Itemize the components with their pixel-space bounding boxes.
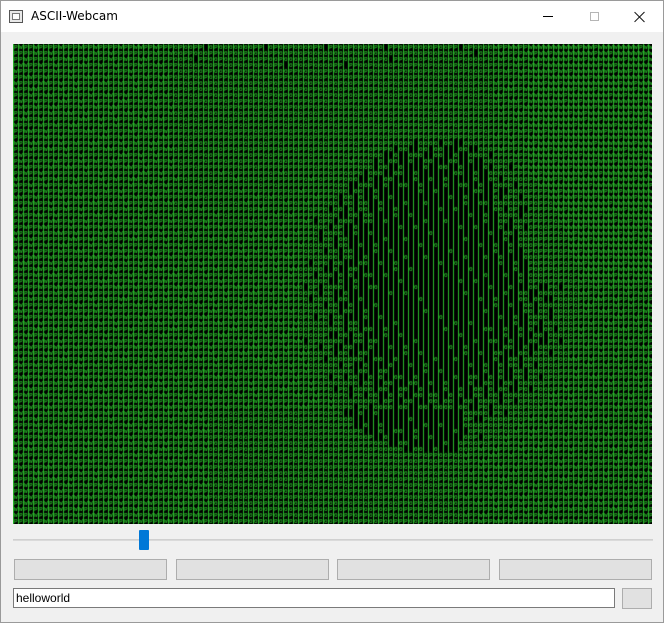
action-button-1[interactable] xyxy=(14,559,167,580)
send-button[interactable] xyxy=(622,588,652,609)
minimize-button[interactable] xyxy=(525,1,571,32)
action-button-4[interactable] xyxy=(499,559,652,580)
close-button[interactable] xyxy=(617,1,663,32)
minimize-icon xyxy=(543,16,553,17)
title-bar[interactable]: ASCII-Webcam xyxy=(1,1,663,32)
action-button-2[interactable] xyxy=(176,559,329,580)
ascii-frame-canvas xyxy=(13,44,652,524)
message-input[interactable] xyxy=(13,588,615,608)
action-button-3[interactable] xyxy=(337,559,490,580)
maximize-button[interactable] xyxy=(571,1,617,32)
window-title: ASCII-Webcam xyxy=(31,9,118,23)
maximize-icon xyxy=(589,12,599,21)
close-icon xyxy=(634,11,646,23)
app-window-icon xyxy=(9,10,23,23)
ascii-video-display xyxy=(13,44,652,524)
slider-track xyxy=(13,539,653,541)
app-window: ASCII-Webcam xyxy=(0,0,664,623)
slider-handle[interactable] xyxy=(139,530,149,550)
threshold-slider[interactable] xyxy=(13,530,653,550)
